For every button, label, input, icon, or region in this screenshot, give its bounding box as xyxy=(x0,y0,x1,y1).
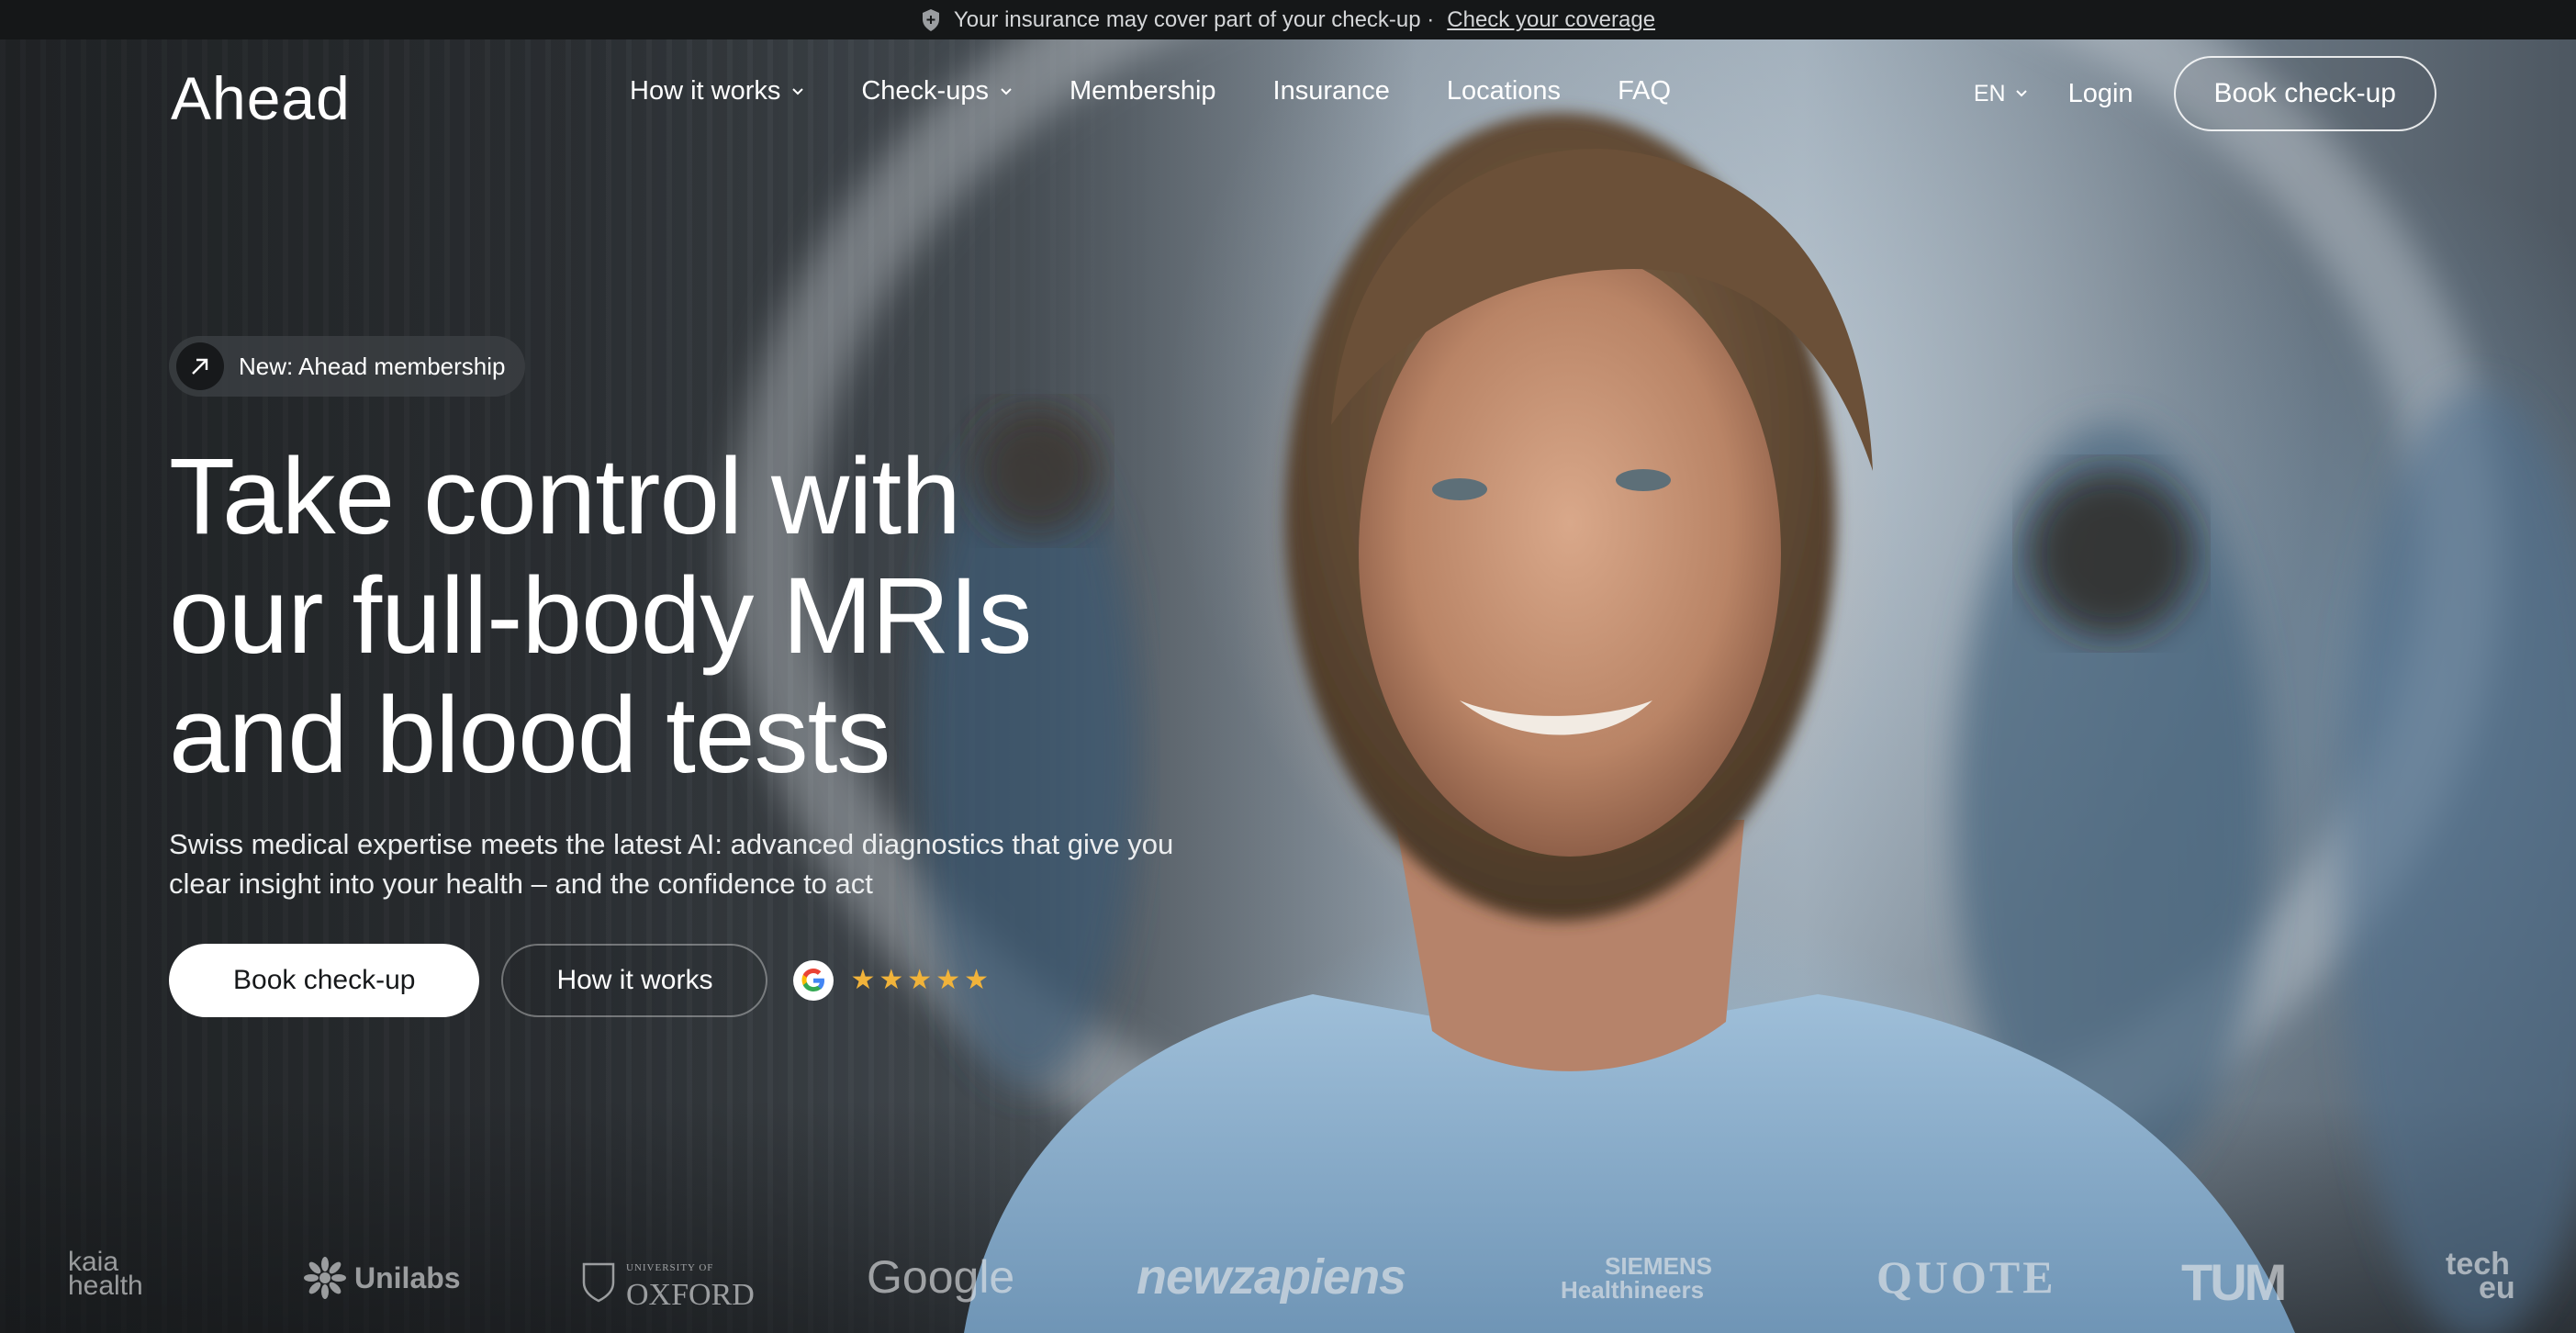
nav-book-checkup-button[interactable]: Book check-up xyxy=(2173,56,2436,131)
siemens-healthineers-logo: SIEMENS Healthineers xyxy=(1561,1254,1712,1302)
nav-how-it-works-label: How it works xyxy=(630,76,781,106)
membership-pill[interactable]: New: Ahead membership xyxy=(169,336,526,397)
logo-text: Unilabs xyxy=(354,1260,461,1294)
logo-text: eu xyxy=(2479,1271,2515,1305)
star-icon: ★ xyxy=(879,965,904,995)
insurance-banner: Your insurance may cover part of your ch… xyxy=(0,0,2576,39)
logo-text: OXFORD xyxy=(626,1278,755,1312)
nav-insurance[interactable]: Insurance xyxy=(1273,76,1390,106)
kaia-health-logo: kaia health xyxy=(68,1249,143,1301)
headline-line: Take control with xyxy=(169,436,961,557)
quote-logo: QUOTE xyxy=(1876,1251,2056,1303)
partner-logos: kaia health Unilabs UNIVERSITY OF OXFORD… xyxy=(0,1241,2576,1315)
oxford-logo: UNIVERSITY OF OXFORD xyxy=(580,1254,755,1312)
logo-text: SIEMENS xyxy=(1605,1252,1713,1280)
nav-check-ups-label: Check-ups xyxy=(861,76,989,106)
main-navigation: Ahead How it works Check-ups Membership … xyxy=(0,39,2576,144)
nav-check-ups[interactable]: Check-ups xyxy=(861,76,1013,106)
banner-text: Your insurance may cover part of your ch… xyxy=(953,6,1435,32)
star-icon: ★ xyxy=(907,965,933,995)
nav-faq[interactable]: FAQ xyxy=(1618,76,1671,106)
star-icon: ★ xyxy=(850,965,876,995)
unilabs-flower-icon xyxy=(304,1257,346,1299)
hero-content: New: Ahead membership Take control with … xyxy=(169,336,1234,1017)
check-coverage-link[interactable]: Check your coverage xyxy=(1447,7,1655,33)
shield-icon xyxy=(922,8,939,31)
nav-links: How it works Check-ups Membership Insura… xyxy=(630,76,1671,106)
nav-membership[interactable]: Membership xyxy=(1070,76,1216,106)
ahead-logo[interactable]: Ahead xyxy=(171,63,351,133)
hero-headline: Take control with our full-body MRIs and… xyxy=(169,437,1179,795)
membership-pill-label: New: Ahead membership xyxy=(239,352,506,380)
headline-line: our full-body MRIs xyxy=(169,555,1032,677)
google-logo: Google xyxy=(867,1251,1015,1303)
logo-text: health xyxy=(68,1271,143,1301)
hero-subtitle: Swiss medical expertise meets the latest… xyxy=(169,828,1174,900)
logo-text: Healthineers xyxy=(1561,1276,1705,1304)
login-link[interactable]: Login xyxy=(2068,79,2134,109)
nav-faq-label: FAQ xyxy=(1618,76,1672,106)
chevron-down-icon xyxy=(792,87,804,95)
google-rating[interactable]: ★ ★ ★ ★ ★ xyxy=(793,960,989,1001)
hero-cta-row: Book check-up How it works ★ ★ ★ ★ ★ xyxy=(169,944,1234,1017)
headline-line: and blood tests xyxy=(169,675,890,796)
nav-locations-label: Locations xyxy=(1446,76,1562,106)
oxford-crest-icon xyxy=(582,1262,615,1303)
nav-insurance-label: Insurance xyxy=(1272,76,1390,106)
how-it-works-button[interactable]: How it works xyxy=(501,944,768,1017)
google-icon xyxy=(793,960,834,1001)
unilabs-logo: Unilabs xyxy=(303,1256,461,1300)
star-icon: ★ xyxy=(935,965,961,995)
language-label: EN xyxy=(1973,80,2006,106)
nav-membership-label: Membership xyxy=(1069,76,1216,106)
tum-logo: TUM xyxy=(2181,1253,2287,1311)
nav-actions: EN Login Book check-up xyxy=(1974,56,2436,131)
newzapiens-logo: newzapiens xyxy=(1137,1249,1406,1305)
chevron-down-icon xyxy=(2015,90,2027,97)
arrow-up-right-icon xyxy=(176,342,224,390)
language-selector[interactable]: EN xyxy=(1974,81,2028,107)
page: Your insurance may cover part of your ch… xyxy=(0,0,2576,1333)
nav-locations[interactable]: Locations xyxy=(1447,76,1561,106)
star-rating: ★ ★ ★ ★ ★ xyxy=(850,967,989,994)
nav-how-it-works[interactable]: How it works xyxy=(630,76,804,106)
tech-eu-logo: tech eu xyxy=(2446,1249,2515,1305)
chevron-down-icon xyxy=(1001,87,1012,95)
star-icon: ★ xyxy=(964,965,990,995)
book-checkup-button[interactable]: Book check-up xyxy=(169,944,480,1017)
